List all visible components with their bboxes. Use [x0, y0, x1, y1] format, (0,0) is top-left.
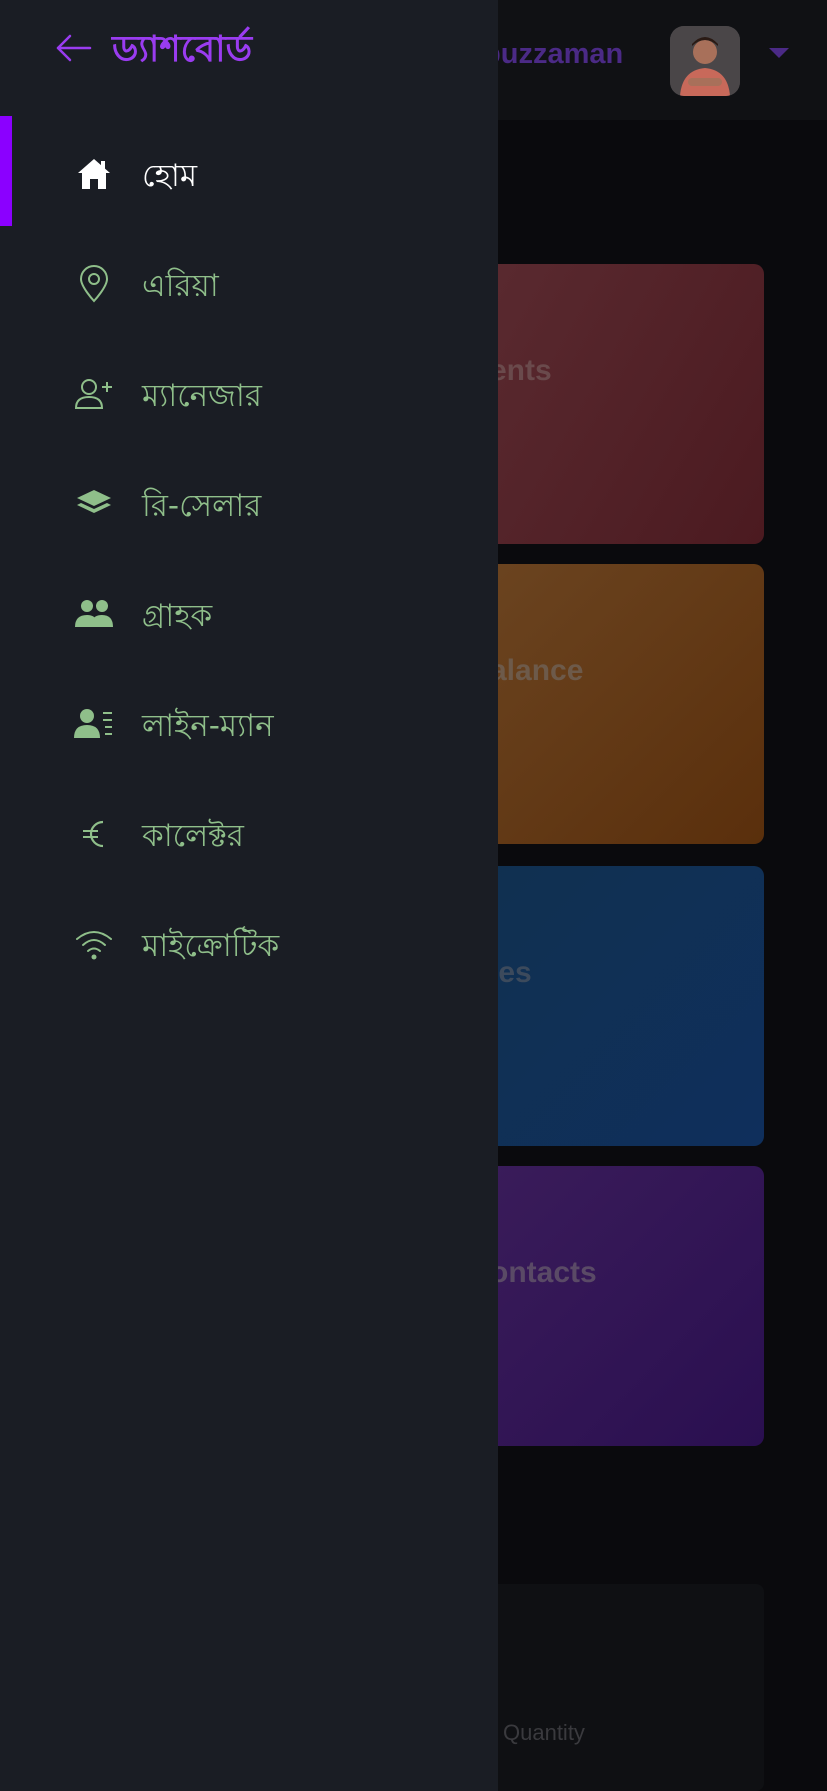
- quantity-header: Quantity: [503, 1720, 585, 1745]
- stat-card[interactable]: les: [480, 866, 764, 1146]
- location-pin-icon: [74, 264, 114, 304]
- card-label: alance: [490, 654, 584, 687]
- nav-item-manager[interactable]: ম্যানেজার: [0, 338, 498, 448]
- nav-item-label: হোম: [142, 158, 198, 194]
- stat-card[interactable]: ents: [480, 264, 764, 544]
- nav-item-mikrotik[interactable]: মাইক্রোটিক: [0, 888, 498, 998]
- nav-item-label: মাইক্রোটিক: [142, 928, 280, 964]
- nav-item-lineman[interactable]: লাইন-ম্যান: [0, 668, 498, 778]
- chevron-down-icon[interactable]: [769, 48, 789, 58]
- avatar-image: [670, 26, 740, 96]
- table-panel: [480, 1584, 764, 1791]
- user-list-icon: [74, 704, 114, 744]
- avatar[interactable]: [670, 26, 740, 96]
- user-plus-icon: [74, 374, 114, 414]
- stat-card[interactable]: alance: [480, 564, 764, 844]
- drawer-title: ড্যাশবোর্ড: [112, 29, 253, 70]
- euro-icon: [74, 814, 114, 854]
- nav-item-label: রি-সেলার: [142, 488, 262, 524]
- card-label: ents: [490, 354, 552, 387]
- nav-item-collector[interactable]: কালেক্টর: [0, 778, 498, 888]
- nav-item-label: গ্রাহক: [142, 598, 213, 634]
- nav-item-label: লাইন-ম্যান: [142, 708, 274, 744]
- users-icon: [74, 594, 114, 634]
- back-arrow-icon[interactable]: [54, 28, 94, 68]
- nav-drawer: ড্যাশবোর্ড হোম এরিয়া ম্যানেজার রি-সেলার…: [0, 0, 498, 1791]
- nav-item-label: কালেক্টর: [142, 818, 244, 854]
- stat-card[interactable]: ontacts: [480, 1166, 764, 1446]
- card-label: ontacts: [490, 1256, 597, 1289]
- nav-item-reseller[interactable]: রি-সেলার: [0, 448, 498, 558]
- nav-item-label: ম্যানেজার: [142, 378, 262, 414]
- layers-icon: [74, 484, 114, 524]
- nav-item-area[interactable]: এরিয়া: [0, 228, 498, 338]
- nav-item-label: এরিয়া: [142, 268, 219, 304]
- home-icon: [74, 154, 114, 194]
- nav-item-customer[interactable]: গ্রাহক: [0, 558, 498, 668]
- wifi-icon: [74, 924, 114, 964]
- nav-item-home[interactable]: হোম: [0, 118, 498, 228]
